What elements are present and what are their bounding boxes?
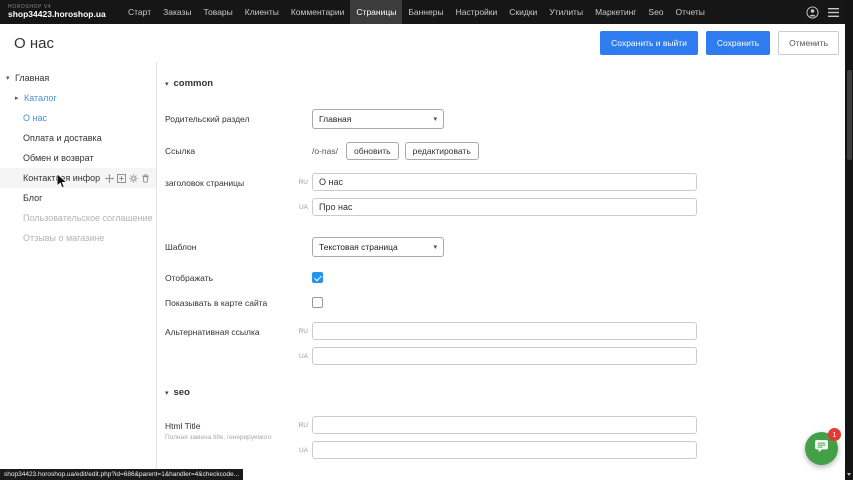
menu-icon[interactable] — [828, 7, 839, 18]
chat-icon — [813, 438, 830, 460]
move-icon[interactable] — [105, 174, 114, 183]
chevron-down-icon: ▾ — [433, 115, 437, 123]
tree-item-label: Контактная инфор — [23, 173, 100, 183]
html-title-ua-input[interactable] — [312, 441, 697, 459]
tree-item-label: Отзывы о магазине — [23, 233, 104, 243]
lang-tag-ru: RU — [298, 179, 308, 186]
tree-item-home[interactable]: ▾ Главная — [0, 68, 156, 88]
alt-link-ua-input[interactable] — [312, 347, 697, 365]
edit-link-button[interactable]: редактировать — [405, 142, 479, 160]
tree-item-exchange-return[interactable]: Обмен и возврат — [0, 148, 156, 168]
cancel-button[interactable]: Отменить — [778, 31, 839, 55]
lang-tag-ru: RU — [298, 422, 308, 429]
logo-domain-label: shop34423.horoshop.ua — [8, 10, 122, 19]
parent-section-select[interactable]: Главная ▾ — [312, 109, 444, 129]
field-label-display: Отображать — [165, 273, 312, 283]
section-title: seo — [174, 387, 190, 398]
save-button[interactable]: Сохранить — [706, 31, 770, 55]
nav-reports[interactable]: Отчеты — [670, 0, 711, 24]
chevron-down-icon[interactable]: ▾ — [6, 74, 15, 82]
alt-link-ru-input[interactable] — [312, 322, 697, 340]
tree-item-actions — [105, 174, 150, 183]
account-icon[interactable] — [806, 6, 819, 19]
field-label-template: Шаблон — [165, 242, 312, 252]
nav-orders[interactable]: Заказы — [157, 0, 197, 24]
chevron-down-icon: ▾ — [165, 389, 169, 397]
template-select[interactable]: Текстовая страница ▾ — [312, 237, 444, 257]
chevron-right-icon[interactable]: ▸ — [15, 94, 24, 102]
nav-products[interactable]: Товары — [198, 0, 239, 24]
html-title-hint: Полная замена title, генерируемого — [165, 434, 305, 441]
html-title-ru-input[interactable] — [312, 416, 697, 434]
chevron-down-icon: ▾ — [165, 80, 169, 88]
tree-item-contact-info[interactable]: Контактная инфор — [0, 168, 156, 188]
pages-tree-sidebar: ▾ Главная ▸ Каталог О нас Оплата и доста… — [0, 62, 157, 480]
page-url-text: /o-nas/ — [312, 146, 338, 156]
page-title-ru-input[interactable] — [312, 173, 697, 191]
lang-tag-ua: UA — [298, 353, 308, 360]
refresh-link-button[interactable]: обновить — [346, 142, 399, 160]
display-checkbox[interactable] — [312, 272, 323, 283]
select-value: Текстовая страница — [319, 242, 398, 252]
lang-tag-ua: UA — [298, 447, 308, 454]
section-seo[interactable]: ▾ seo — [165, 387, 853, 398]
save-and-exit-button[interactable]: Сохранить и выйти — [600, 31, 698, 55]
field-label-parent-section: Родительский раздел — [165, 114, 312, 124]
section-title: common — [174, 78, 214, 89]
add-page-icon[interactable] — [117, 174, 126, 183]
nav-marketing[interactable]: Маркетинг — [589, 0, 642, 24]
nav-comments[interactable]: Комментарии — [285, 0, 351, 24]
lang-tag-ua: UA — [298, 204, 308, 211]
nav-discounts[interactable]: Скидки — [503, 0, 543, 24]
nav-utilities[interactable]: Утилиты — [543, 0, 589, 24]
tree-item-user-agreement[interactable]: Пользовательское соглашение — [0, 208, 156, 228]
tree-item-label: Пользовательское соглашение — [23, 213, 153, 223]
page-title: О нас — [14, 35, 54, 52]
select-value: Главная — [319, 114, 351, 124]
tree-item-payment-delivery[interactable]: Оплата и доставка — [0, 128, 156, 148]
page-edit-form: ▾ common Родительский раздел Главная ▾ С… — [157, 62, 853, 480]
header-buttons: Сохранить и выйти Сохранить Отменить — [600, 31, 839, 55]
field-label-alt-link: Альтернативная ссылка — [165, 322, 298, 337]
tree-item-label: Оплата и доставка — [23, 133, 102, 143]
tree-item-label: Главная — [15, 73, 49, 83]
content: ▾ Главная ▸ Каталог О нас Оплата и доста… — [0, 62, 853, 480]
section-common[interactable]: ▾ common — [165, 78, 853, 89]
logo[interactable]: HOROSHOP V4 shop34423.horoshop.ua — [0, 5, 122, 20]
chat-unread-badge: 1 — [828, 428, 841, 441]
field-label-page-title: заголовок страницы — [165, 173, 298, 188]
tree-item-label: Каталог — [24, 93, 57, 103]
lang-tag-ru: RU — [298, 328, 308, 335]
topbar: HOROSHOP V4 shop34423.horoshop.ua Старт … — [0, 0, 853, 24]
trash-icon[interactable] — [141, 174, 150, 183]
tree-item-store-reviews[interactable]: Отзывы о магазине — [0, 228, 156, 248]
nav-banners[interactable]: Баннеры — [402, 0, 449, 24]
scrollbar-thumb[interactable] — [847, 70, 852, 160]
top-navigation: Старт Заказы Товары Клиенты Комментарии … — [122, 0, 711, 24]
nav-clients[interactable]: Клиенты — [239, 0, 285, 24]
tree-item-label: О нас — [23, 113, 47, 123]
nav-settings[interactable]: Настройки — [450, 0, 504, 24]
field-label-link: Ссылка — [165, 146, 312, 156]
tree-item-about[interactable]: О нас — [0, 108, 156, 128]
tree-item-label: Блог — [23, 193, 42, 203]
gear-icon[interactable] — [129, 174, 138, 183]
chat-widget-button[interactable]: 1 — [805, 432, 838, 465]
nav-pages[interactable]: Страницы — [350, 0, 402, 24]
tree-item-label: Обмен и возврат — [23, 153, 94, 163]
field-label-sitemap: Показывать в карте сайта — [165, 298, 312, 308]
tree-item-blog[interactable]: Блог — [0, 188, 156, 208]
status-bar-url: shop34423.horoshop.ua/edit/edit.php?id=6… — [0, 469, 243, 480]
page-header: О нас Сохранить и выйти Сохранить Отмени… — [0, 24, 853, 62]
tree-item-catalog[interactable]: ▸ Каталог — [0, 88, 156, 108]
nav-seo[interactable]: Seo — [642, 0, 669, 24]
page-title-ua-input[interactable] — [312, 198, 697, 216]
sitemap-checkbox[interactable] — [312, 297, 323, 308]
nav-start[interactable]: Старт — [122, 0, 157, 24]
scroll-down-arrow-icon[interactable] — [845, 470, 853, 478]
page-scrollbar[interactable] — [845, 0, 853, 480]
field-label-html-title: Html Title Полная замена title, генериру… — [165, 416, 298, 441]
chevron-down-icon: ▾ — [433, 243, 437, 251]
